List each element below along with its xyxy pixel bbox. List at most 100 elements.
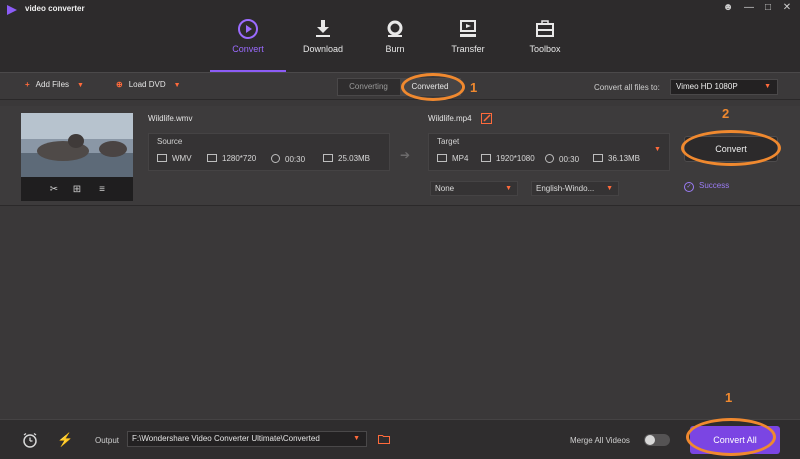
app-window: video converter ☻ — □ ✕ Convert Download (0, 0, 800, 459)
output-format-value: Vimeo HD 1080P (676, 82, 738, 91)
folder-icon (323, 154, 333, 162)
transfer-icon (460, 20, 476, 37)
target-duration: 00:30 (545, 154, 579, 164)
annotation-number: 1 (725, 390, 733, 405)
effects-icon[interactable]: ≡ (95, 183, 109, 197)
output-format-select[interactable]: Vimeo HD 1080P ▼ (670, 79, 778, 95)
annotation-number: 2 (722, 106, 730, 121)
target-size-value: 36.13MB (608, 154, 641, 163)
clock-icon (271, 154, 280, 163)
load-dvd-label: Load DVD (128, 80, 166, 89)
source-resolution-value: 1280*720 (222, 154, 257, 163)
target-file-name: Wildlife.mp4 (428, 114, 472, 123)
tab-convert[interactable]: Convert (211, 14, 285, 72)
video-thumbnail: ✂ ⊞ ≡ (21, 113, 133, 201)
annotation-ring-convert (681, 130, 781, 166)
toggle-knob (645, 435, 655, 445)
user-icon[interactable]: ☻ (722, 2, 734, 14)
minimize-button[interactable]: — (743, 2, 755, 14)
close-button[interactable]: ✕ (781, 2, 793, 14)
load-dvd-button[interactable]: ⊕ Load DVD ▼ (116, 80, 181, 89)
tab-burn[interactable]: Burn (358, 14, 432, 72)
subtitle-value: None (435, 184, 455, 193)
film-icon (437, 154, 447, 162)
toolbar: + Add Files ▼ ⊕ Load DVD ▼ Converting Conver… (0, 72, 800, 100)
subtitle-select[interactable]: None ▼ (430, 181, 518, 196)
merge-all-videos-label: Merge All Videos (570, 436, 630, 445)
output-path-select[interactable]: F:\Wondershare Video Converter Ultimate\… (127, 431, 367, 447)
clock-icon (545, 154, 554, 163)
resolution-icon (481, 154, 491, 162)
tab-download[interactable]: Download (286, 14, 360, 72)
thumbnail-image[interactable] (21, 113, 133, 177)
target-resolution-value: 1920*1080 (496, 154, 535, 163)
chevron-down-icon: ▼ (764, 83, 771, 90)
chevron-down-icon: ▼ (606, 185, 613, 192)
dvd-icon: ⊕ (116, 80, 123, 89)
target-format: MP4 (437, 154, 468, 163)
chevron-down-icon: ▼ (353, 435, 360, 442)
app-title: video converter (25, 4, 85, 13)
source-format-value: WMV (172, 154, 192, 163)
cut-icon[interactable]: ✂ (47, 183, 61, 197)
tab-toolbox-label: Toolbox (529, 44, 561, 54)
target-size: 36.13MB (593, 154, 640, 163)
audio-track-value: English-Windo... (536, 184, 595, 193)
target-format-value: MP4 (452, 154, 469, 163)
chevron-down-icon[interactable]: ▼ (174, 82, 181, 89)
plus-icon: + (25, 80, 30, 89)
alarm-clock-icon[interactable] (22, 432, 38, 448)
burn-icon (387, 20, 403, 37)
download-icon (316, 20, 330, 37)
source-duration: 00:30 (271, 154, 305, 164)
tab-burn-label: Burn (385, 44, 405, 54)
app-logo-icon (7, 5, 17, 15)
target-info[interactable]: Target MP4 1920*1080 00:30 36.13MB (428, 133, 670, 171)
toolbox-icon (536, 20, 554, 37)
status-text: Success (699, 181, 730, 190)
convert-all-files-to-label: Convert all files to: (594, 83, 660, 92)
target-resolution: 1920*1080 (481, 154, 535, 163)
film-icon (157, 154, 167, 162)
source-file-name: Wildlife.wmv (148, 114, 193, 123)
output-path-value: F:\Wondershare Video Converter Ultimate\… (132, 434, 320, 443)
high-speed-icon[interactable]: ⚡ (57, 432, 73, 448)
title-and-nav-bar: video converter ☻ — □ ✕ Convert Download (0, 0, 800, 72)
merge-all-videos-toggle[interactable] (644, 434, 670, 446)
crop-icon[interactable]: ⊞ (70, 183, 84, 197)
bottom-bar: ⚡ Output F:\Wondershare Video Converter … (0, 419, 800, 459)
source-label: Source (157, 137, 183, 146)
output-label: Output (95, 436, 120, 445)
source-resolution: 1280*720 (207, 154, 256, 163)
folder-icon (593, 154, 603, 162)
add-files-label: Add Files (35, 80, 70, 89)
file-item: ✂ ⊞ ≡ Wildlife.wmv Source WMV 1280*720 0… (0, 106, 800, 206)
tab-convert-label: Convert (232, 44, 264, 54)
maximize-button[interactable]: □ (762, 2, 774, 14)
tab-converting[interactable]: Converting (338, 79, 399, 95)
target-label: Target (437, 137, 460, 146)
target-duration-value: 00:30 (559, 155, 580, 164)
annotation-ring-convert-all (686, 418, 776, 456)
arrow-right-icon: ➔ (400, 148, 411, 162)
tab-download-label: Download (302, 44, 344, 54)
chevron-down-icon: ▼ (505, 185, 512, 192)
resolution-icon (207, 154, 217, 162)
annotation-ring-converted (401, 73, 465, 101)
edit-icon[interactable] (481, 113, 492, 124)
audio-track-select[interactable]: English-Windo... ▼ (531, 181, 619, 196)
tab-transfer[interactable]: Transfer (431, 14, 505, 72)
status-success: ✓ Success (684, 181, 729, 192)
tab-transfer-label: Transfer (451, 44, 485, 54)
add-files-button[interactable]: + Add Files ▼ (25, 80, 84, 89)
source-size: 25.03MB (323, 154, 370, 163)
source-format: WMV (157, 154, 192, 163)
source-size-value: 25.03MB (338, 154, 371, 163)
convert-icon (238, 19, 258, 39)
tab-toolbox[interactable]: Toolbox (508, 14, 582, 72)
chevron-down-icon[interactable]: ▼ (77, 82, 84, 89)
open-folder-icon[interactable] (378, 434, 390, 444)
target-settings-chevron-icon[interactable]: ▼ (654, 146, 661, 153)
annotation-number: 1 (470, 80, 478, 95)
source-duration-value: 00:30 (285, 155, 306, 164)
